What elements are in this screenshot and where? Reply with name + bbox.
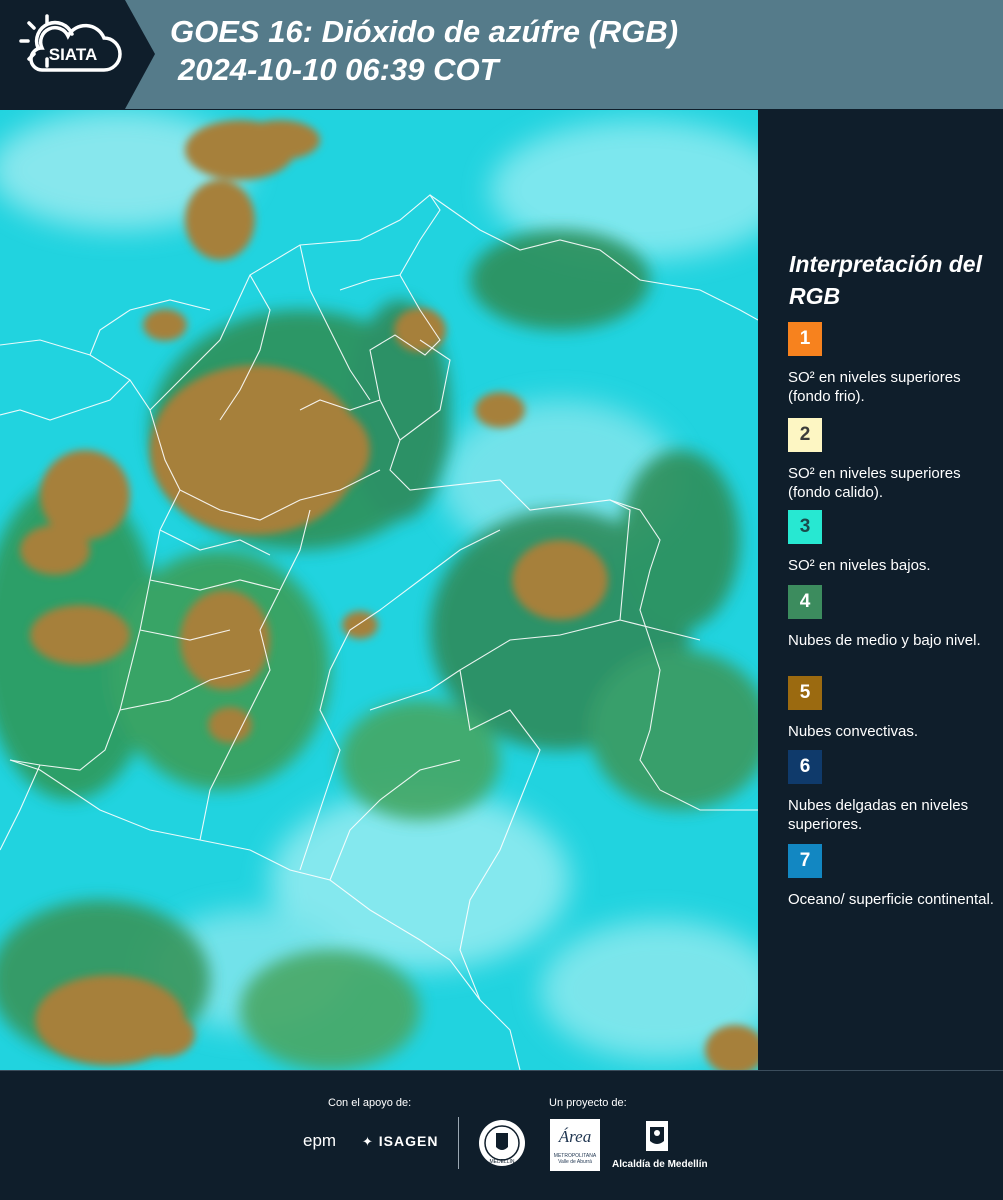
legend-item-1: 1 SO² en niveles superiores (fondo frio)… [788, 322, 998, 406]
legend-label-5: Nubes convectivas. [788, 723, 919, 740]
legend-swatch-6: 6 [788, 750, 822, 784]
support-caption: Con el apoyo de: [328, 1097, 412, 1109]
satellite-map [0, 110, 758, 1070]
legend-panel: Interpretación del RGB 1 SO² en niveles … [760, 110, 1003, 1070]
legend-swatch-7: 7 [788, 844, 822, 878]
legend-item-6: 6 Nubes delgadas en niveles superiores. [788, 750, 998, 834]
legend-item-3: 3 SO² en niveles bajos. [788, 510, 998, 575]
area-logo-name: Área [558, 1127, 592, 1146]
legend-label-1: SO² en niveles superiores (fondo frio). [788, 369, 961, 405]
isagen-logo: ✦ ISAGEN [362, 1133, 438, 1150]
legend-item-5: 5 Nubes convectivas. [788, 676, 998, 741]
alcaldia-crest-icon [644, 1119, 670, 1153]
alcaldia-logo-text: Alcaldía de Medellín [612, 1159, 708, 1170]
legend-item-2: 2 SO² en niveles superiores (fondo calid… [788, 418, 998, 502]
legend-label-3: SO² en niveles bajos. [788, 557, 931, 574]
area-metropolitana-logo: Área METROPOLITANA Valle de Aburrá [550, 1119, 600, 1171]
legend-label-6: Nubes delgadas en niveles superiores. [788, 797, 969, 833]
legend-swatch-2: 2 [788, 418, 822, 452]
legend-item-7: 7 Oceano/ superficie continental. [788, 844, 998, 909]
page-title: GOES 16: Dióxido de azúfre (RGB) [170, 14, 679, 49]
page-timestamp: 2024-10-10 06:39 COT [178, 52, 499, 87]
legend-swatch-5: 5 [788, 676, 822, 710]
legend-item-4: 4 Nubes de medio y bajo nivel. [788, 585, 998, 650]
legend-label-4: Nubes de medio y bajo nivel. [788, 632, 981, 649]
legend-swatch-3: 3 [788, 510, 822, 544]
header-bar: SIATA GOES 16: Dióxido de azúfre (RGB) 2… [0, 0, 1003, 109]
legend-swatch-1: 1 [788, 322, 822, 356]
legend-title: Interpretación del RGB [789, 251, 982, 309]
medellin-seal-text: MEDELLÍN [489, 1158, 514, 1165]
area-logo-sub2: Valle de Aburrá [558, 1159, 592, 1165]
satellite-map-image [0, 110, 758, 1070]
legend-swatch-4: 4 [788, 585, 822, 619]
siata-logo-text: SIATA [49, 45, 97, 64]
footer: Con el apoyo de: Un proyecto de: epm ✦ I… [0, 1070, 1003, 1200]
legend-label-2: SO² en niveles superiores (fondo calido)… [788, 465, 961, 501]
isagen-text: ISAGEN [378, 1133, 439, 1149]
legend-label-7: Oceano/ superficie continental. [788, 891, 994, 908]
project-caption: Un proyecto de: [549, 1097, 627, 1109]
isagen-icon: ✦ [362, 1134, 374, 1149]
epm-logo: epm [303, 1131, 337, 1150]
siata-logo: SIATA [0, 0, 155, 109]
medellin-seal-icon: MEDELLÍN [477, 1118, 527, 1168]
footer-divider [458, 1117, 459, 1169]
